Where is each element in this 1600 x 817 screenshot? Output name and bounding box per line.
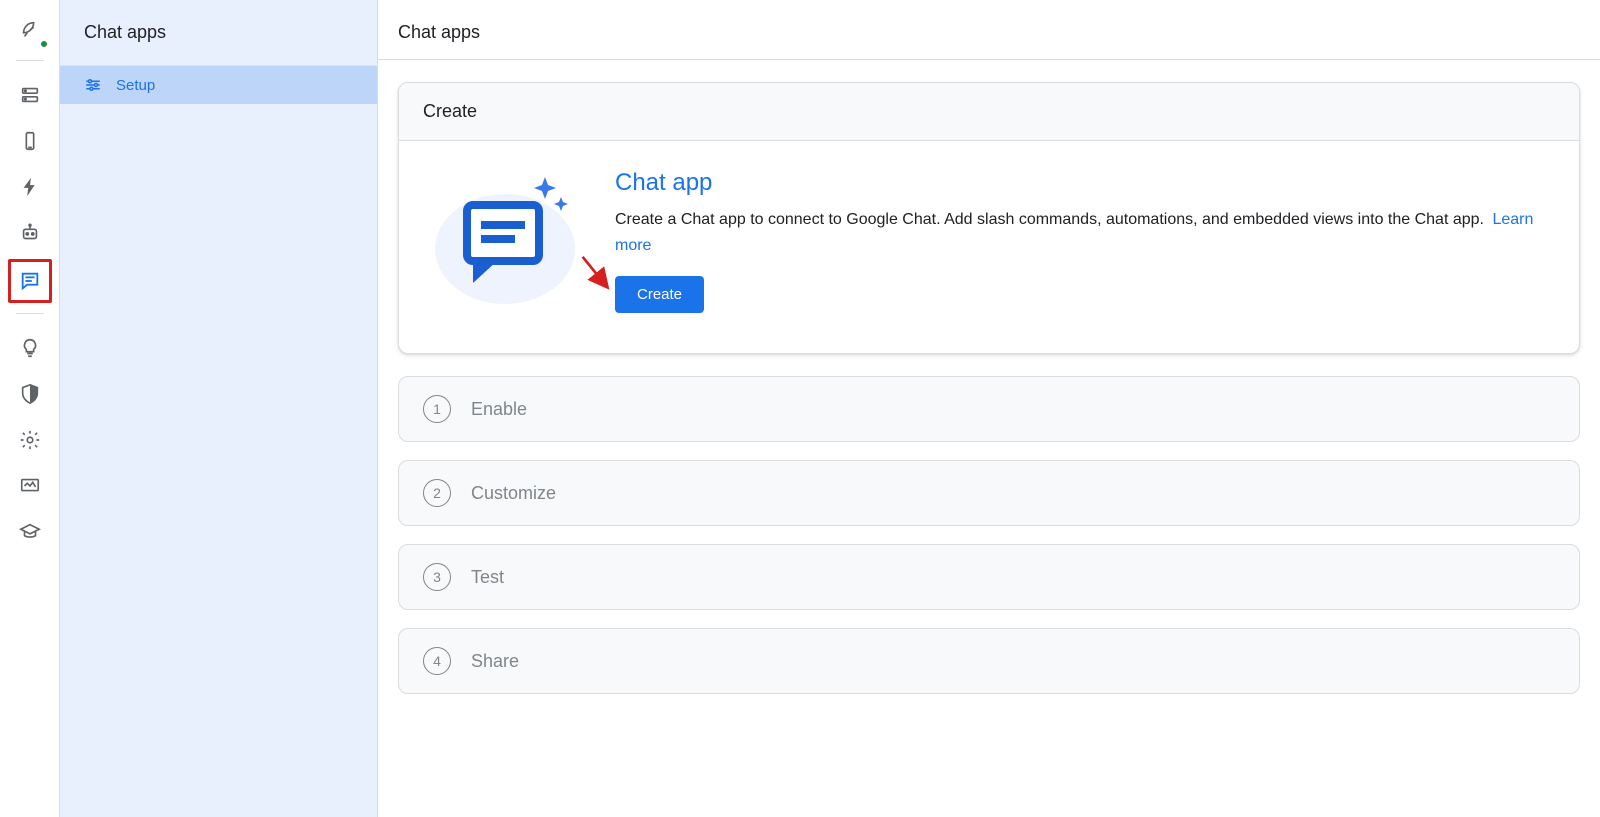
step-number: 2 — [423, 479, 451, 507]
step-number: 3 — [423, 563, 451, 591]
sliders-icon — [84, 76, 102, 94]
lightbulb-icon — [19, 337, 41, 359]
rail-divider — [16, 60, 44, 61]
launch-icon — [19, 19, 41, 41]
shield-icon — [19, 383, 41, 405]
graduation-icon — [19, 521, 41, 543]
steps-list: 1 Enable 2 Customize 3 Test 4 Share — [398, 376, 1580, 694]
database-icon — [19, 84, 41, 106]
rail-launch[interactable] — [10, 10, 50, 50]
content: Create — [378, 60, 1600, 734]
rail-device[interactable] — [10, 121, 50, 161]
gear-icon — [19, 429, 41, 451]
card-head: Create — [399, 83, 1579, 141]
step-label: Customize — [471, 483, 556, 504]
panel-item-label: Setup — [116, 77, 155, 94]
rail-robot[interactable] — [10, 213, 50, 253]
step-test[interactable]: 3 Test — [398, 544, 1580, 610]
rail-bolt[interactable] — [10, 167, 50, 207]
card-description: Create a Chat app to connect to Google C… — [615, 207, 1555, 258]
create-button[interactable]: Create — [615, 276, 704, 313]
step-number: 4 — [423, 647, 451, 675]
panel-item-setup[interactable]: Setup — [60, 66, 377, 104]
monitor-icon — [19, 475, 41, 497]
rail-gear[interactable] — [10, 420, 50, 460]
app-root: Chat apps Setup Chat apps Create — [0, 0, 1600, 817]
left-rail — [0, 0, 60, 817]
bolt-icon — [19, 176, 41, 198]
step-label: Enable — [471, 399, 527, 420]
card-text: Chat app Create a Chat app to connect to… — [615, 169, 1555, 313]
rail-lightbulb[interactable] — [10, 328, 50, 368]
rail-graduation[interactable] — [10, 512, 50, 552]
step-enable[interactable]: 1 Enable — [398, 376, 1580, 442]
rail-database[interactable] — [10, 75, 50, 115]
side-panel: Chat apps Setup — [60, 0, 378, 817]
step-share[interactable]: 4 Share — [398, 628, 1580, 694]
step-label: Test — [471, 567, 504, 588]
device-icon — [19, 130, 41, 152]
create-card: Create — [398, 82, 1580, 354]
card-title: Chat app — [615, 169, 1555, 197]
panel-title: Chat apps — [60, 0, 377, 66]
robot-icon — [19, 222, 41, 244]
main: Chat apps Create — [378, 0, 1600, 817]
rail-divider-2 — [16, 313, 44, 314]
card-body: Chat app Create a Chat app to connect to… — [399, 141, 1579, 353]
chat-icon — [19, 270, 41, 292]
main-header: Chat apps — [378, 0, 1600, 60]
chat-illustration-icon — [425, 169, 585, 309]
rail-shield[interactable] — [10, 374, 50, 414]
page-title: Chat apps — [398, 22, 1580, 43]
card-illustration — [423, 169, 587, 309]
rail-monitor[interactable] — [10, 466, 50, 506]
step-label: Share — [471, 651, 519, 672]
step-number: 1 — [423, 395, 451, 423]
rail-chat[interactable] — [8, 259, 52, 303]
step-customize[interactable]: 2 Customize — [398, 460, 1580, 526]
